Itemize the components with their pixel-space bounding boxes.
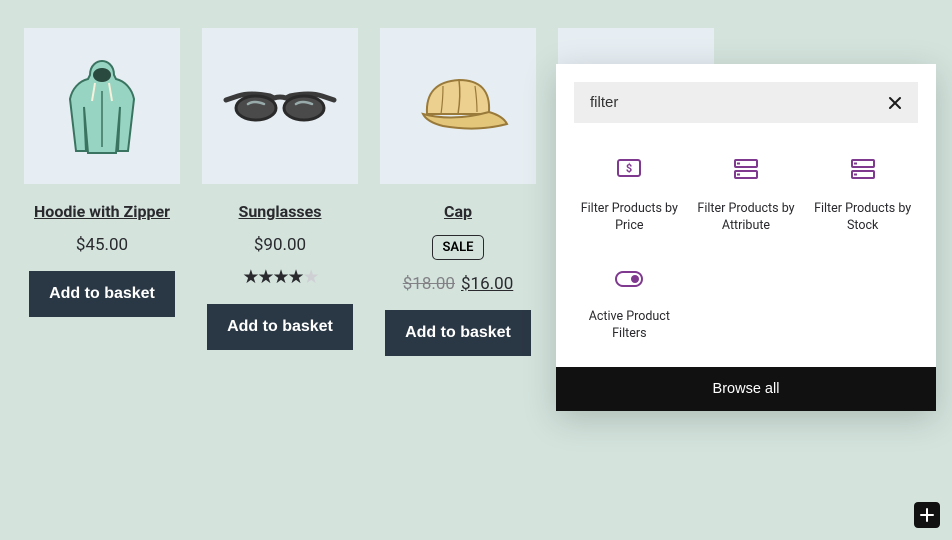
block-inserter-popover: $ Filter Products by Price Filter Produc… bbox=[556, 64, 936, 411]
block-label: Filter Products by Stock bbox=[807, 201, 918, 235]
block-filter-by-price[interactable]: $ Filter Products by Price bbox=[574, 159, 685, 235]
price-tag-icon: $ bbox=[617, 159, 641, 183]
hoodie-illustration bbox=[52, 51, 152, 161]
toggle-on-icon bbox=[615, 271, 643, 291]
product-image bbox=[202, 28, 358, 184]
block-results-grid: $ Filter Products by Price Filter Produc… bbox=[556, 141, 936, 367]
search-field bbox=[574, 82, 918, 123]
list-rows-icon bbox=[851, 159, 875, 183]
block-filter-by-stock[interactable]: Filter Products by Stock bbox=[807, 159, 918, 235]
product-card: Sunglasses $90.00 ★ ★ ★ ★ ★ Add to baske… bbox=[202, 28, 358, 356]
add-to-basket-button[interactable]: Add to basket bbox=[29, 271, 175, 317]
block-filter-by-attribute[interactable]: Filter Products by Attribute bbox=[691, 159, 802, 235]
product-image bbox=[380, 28, 536, 184]
browse-all-button[interactable]: Browse all bbox=[556, 367, 936, 411]
product-image bbox=[24, 28, 180, 184]
block-label: Filter Products by Price bbox=[574, 201, 685, 235]
product-card: Hoodie with Zipper $45.00 Add to basket bbox=[24, 28, 180, 356]
svg-text:$: $ bbox=[626, 162, 632, 175]
star-rating: ★ ★ ★ ★ ★ bbox=[242, 265, 317, 288]
cap-illustration bbox=[403, 66, 513, 146]
product-title-link[interactable]: Cap bbox=[444, 202, 472, 221]
close-icon bbox=[888, 96, 902, 110]
product-price: $90.00 bbox=[254, 235, 306, 255]
search-wrap bbox=[556, 64, 936, 141]
list-rows-icon bbox=[734, 159, 758, 183]
price-old: $18.00 bbox=[403, 274, 455, 294]
block-label: Active Product Filters bbox=[574, 309, 685, 343]
product-title-link[interactable]: Hoodie with Zipper bbox=[34, 202, 170, 221]
block-search-input[interactable] bbox=[590, 94, 888, 111]
price-wrap: $18.00 $16.00 bbox=[403, 274, 514, 294]
star-icon: ★ bbox=[303, 265, 318, 288]
sale-badge: SALE bbox=[432, 235, 485, 260]
block-label: Filter Products by Attribute bbox=[691, 201, 802, 235]
add-to-basket-button[interactable]: Add to basket bbox=[385, 310, 531, 356]
product-card: Cap SALE $18.00 $16.00 Add to basket bbox=[380, 28, 536, 356]
price-new: $16.00 bbox=[461, 274, 513, 294]
product-price: $45.00 bbox=[76, 235, 128, 255]
star-icon: ★ bbox=[242, 265, 257, 288]
plus-icon bbox=[919, 507, 935, 523]
star-icon: ★ bbox=[288, 265, 303, 288]
clear-search-button[interactable] bbox=[888, 96, 902, 110]
star-icon: ★ bbox=[272, 265, 287, 288]
sunglasses-illustration bbox=[220, 76, 340, 136]
product-title-link[interactable]: Sunglasses bbox=[238, 202, 321, 221]
block-active-filters[interactable]: Active Product Filters bbox=[574, 271, 685, 343]
star-icon: ★ bbox=[257, 265, 272, 288]
add-to-basket-button[interactable]: Add to basket bbox=[207, 304, 353, 350]
add-block-button[interactable] bbox=[914, 502, 940, 528]
